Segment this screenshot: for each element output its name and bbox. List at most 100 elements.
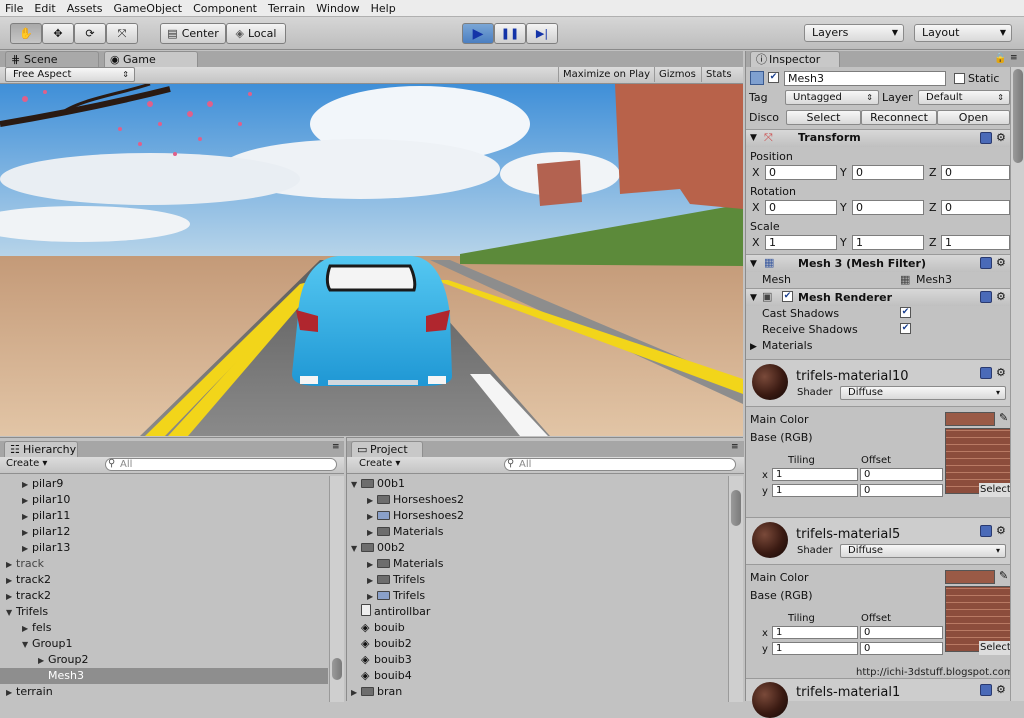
tree-item[interactable]: ▶ pilar13 (0, 540, 328, 556)
play-button[interactable]: ▶ (462, 23, 494, 44)
inspector-scrollbar[interactable] (1010, 67, 1024, 701)
position-x-field[interactable]: 0 (765, 165, 837, 180)
offset-x-field[interactable]: 0 (860, 626, 943, 639)
move-tool-button[interactable]: ✥ (42, 23, 74, 44)
eyedropper-icon[interactable]: ✎ (999, 569, 1008, 583)
scale-tool-button[interactable]: ⤧ (106, 23, 138, 44)
tree-item[interactable]: ▶ track (0, 556, 328, 572)
tree-item[interactable]: ▶ Trifels (347, 572, 727, 588)
texture-select-button[interactable]: Select (979, 641, 1012, 655)
tree-item[interactable]: ▶ terrain (0, 684, 328, 700)
offset-x-field[interactable]: 0 (860, 468, 943, 481)
rotate-tool-button[interactable]: ⟳ (74, 23, 106, 44)
collapse-arrow-icon[interactable]: ▼ (6, 605, 16, 621)
tree-item[interactable]: ▶ track2 (0, 572, 328, 588)
expand-arrow-icon[interactable]: ▶ (367, 557, 377, 573)
gizmos-button[interactable]: Gizmos (654, 67, 700, 82)
expand-arrow-icon[interactable]: ▶ (6, 557, 16, 573)
expand-arrow-icon[interactable]: ▶ (22, 525, 32, 541)
gear-icon[interactable]: ⚙ (996, 131, 1006, 144)
menu-file[interactable]: File (0, 1, 29, 16)
help-icon[interactable] (980, 257, 992, 269)
tree-item[interactable]: ▶ Horseshoes2 (347, 492, 727, 508)
help-icon[interactable] (980, 684, 992, 696)
project-create-button[interactable]: Create ▾ (359, 458, 400, 469)
tree-item[interactable]: ◈ bouib4 (347, 668, 727, 684)
tree-item[interactable]: ▼ 00b2 (347, 540, 727, 556)
shader-dropdown[interactable]: Diffuse ▾ (840, 386, 1006, 400)
menu-window[interactable]: Window (311, 1, 365, 16)
object-name-field[interactable]: Mesh3 (784, 71, 946, 86)
hierarchy-scroll-thumb[interactable] (332, 658, 342, 680)
mesh-renderer-enabled-checkbox[interactable]: ✔ (782, 291, 793, 302)
inspector-scroll-thumb[interactable] (1013, 69, 1023, 163)
tree-item[interactable]: ▶ Materials (347, 524, 727, 540)
aspect-dropdown[interactable]: Free Aspect ⇕ (5, 67, 135, 82)
tree-item[interactable]: ▶ fels (0, 620, 328, 636)
step-button[interactable]: ▶| (526, 23, 558, 44)
expand-arrow-icon[interactable]: ▶ (367, 509, 377, 525)
receive-shadows-checkbox[interactable]: ✔ (900, 323, 911, 334)
menu-edit[interactable]: Edit (29, 1, 61, 16)
stats-button[interactable]: Stats (701, 67, 736, 82)
pause-button[interactable]: ❚❚ (494, 23, 526, 44)
tree-item[interactable]: ▶ pilar9 (0, 476, 328, 492)
shader-dropdown[interactable]: Diffuse ▾ (840, 544, 1006, 558)
scale-x-field[interactable]: 1 (765, 235, 837, 250)
help-icon[interactable] (980, 132, 992, 144)
tree-item[interactable]: ▶ pilar11 (0, 508, 328, 524)
collapse-arrow-icon[interactable]: ▼ (750, 257, 757, 271)
expand-arrow-icon[interactable]: ▶ (6, 589, 16, 605)
active-checkbox[interactable]: ✔ (768, 72, 779, 83)
tree-item[interactable]: ▼ Trifels (0, 604, 328, 620)
scale-z-field[interactable]: 1 (941, 235, 1010, 250)
layout-dropdown[interactable]: Layout ▼ (914, 24, 1012, 42)
texture-select-button[interactable]: Select (979, 483, 1012, 497)
expand-arrow-icon[interactable]: ▶ (367, 525, 377, 541)
prefab-select-button[interactable]: Select (786, 110, 861, 125)
tab-scene[interactable]: ⋕ Scene (5, 51, 99, 67)
tree-item[interactable]: ◈ bouib3 (347, 652, 727, 668)
maximize-on-play-button[interactable]: Maximize on Play (558, 67, 654, 82)
scale-y-field[interactable]: 1 (852, 235, 924, 250)
menu-assets[interactable]: Assets (62, 1, 109, 16)
expand-arrow-icon[interactable]: ▶ (367, 573, 377, 589)
layer-dropdown[interactable]: Default ⇕ (918, 90, 1010, 105)
project-search-input[interactable]: ⚲ All (504, 458, 736, 471)
tree-item[interactable]: ◈ bouib (347, 620, 727, 636)
menu-component[interactable]: Component (188, 1, 263, 16)
offset-y-field[interactable]: 0 (860, 484, 943, 497)
expand-arrow-icon[interactable]: ▶ (6, 573, 16, 589)
gear-icon[interactable]: ⚙ (996, 290, 1006, 303)
layers-dropdown[interactable]: Layers ▼ (804, 24, 904, 42)
tiling-x-field[interactable]: 1 (772, 626, 858, 639)
help-icon[interactable] (980, 291, 992, 303)
expand-arrow-icon[interactable]: ▶ (367, 493, 377, 509)
panel-menu-icon[interactable]: ≡ (1010, 53, 1018, 63)
gear-icon[interactable]: ⚙ (996, 366, 1006, 379)
rotation-x-field[interactable]: 0 (765, 200, 837, 215)
rotation-y-field[interactable]: 0 (852, 200, 924, 215)
transform-header[interactable] (746, 129, 1010, 147)
tree-item[interactable]: ▼ 00b1 (347, 476, 727, 492)
tiling-y-field[interactable]: 1 (772, 484, 858, 497)
menu-help[interactable]: Help (366, 1, 402, 16)
collapse-arrow-icon[interactable]: ▼ (351, 541, 361, 557)
gear-icon[interactable]: ⚙ (996, 683, 1006, 696)
hierarchy-search-input[interactable]: ⚲ All (105, 458, 337, 471)
tree-item[interactable]: ▶ track2 (0, 588, 328, 604)
project-scroll-thumb[interactable] (731, 490, 741, 526)
prefab-reconnect-button[interactable]: Reconnect (861, 110, 937, 125)
pivot-center-button[interactable]: ▤ Center (160, 23, 226, 44)
tree-item[interactable]: ▶ pilar12 (0, 524, 328, 540)
help-icon[interactable] (980, 525, 992, 537)
main-color-swatch[interactable] (945, 412, 995, 426)
tree-item[interactable]: ◈ bouib2 (347, 636, 727, 652)
menu-terrain[interactable]: Terrain (263, 1, 311, 16)
expand-arrow-icon[interactable]: ▶ (22, 509, 32, 525)
expand-arrow-icon[interactable]: ▶ (22, 477, 32, 493)
tab-inspector[interactable]: ⓘ Inspector (750, 51, 840, 67)
collapse-arrow-icon[interactable]: ▼ (22, 637, 32, 653)
hand-tool-button[interactable]: ✋ (10, 23, 42, 44)
tree-item[interactable]: ▼ Group1 (0, 636, 328, 652)
